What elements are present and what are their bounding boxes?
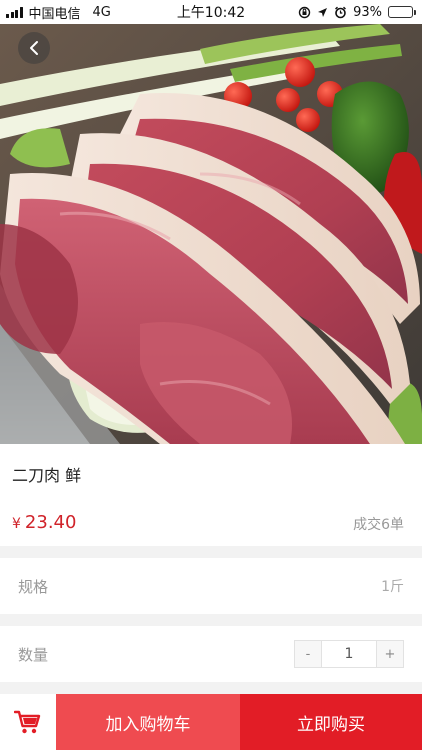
price-value: 23.40 [24, 512, 77, 533]
location-icon [318, 7, 328, 17]
orientation-lock-icon [298, 6, 311, 18]
spec-label: 规格 [18, 577, 49, 596]
product-image [0, 24, 422, 444]
alarm-icon [335, 6, 347, 18]
chevron-left-icon [30, 41, 38, 55]
sold-count: 成交6单 [353, 517, 404, 533]
product-price: ¥23.40 [12, 512, 76, 533]
quantity-row: 数量 - 1 + [0, 626, 422, 682]
shopping-cart-icon [14, 710, 41, 734]
battery-icon [388, 6, 416, 18]
product-info: 二刀肉 鲜 ¥23.40 成交6单 [0, 444, 422, 546]
add-to-cart-button[interactable]: 加入购物车 [56, 694, 240, 750]
product-name: 二刀肉 鲜 [12, 466, 82, 485]
spec-row[interactable]: 规格 1斤 [0, 558, 422, 614]
bottom-action-bar: 加入购物车 立即购买 [0, 694, 422, 750]
quantity-input[interactable]: 1 [321, 641, 377, 667]
carrier-label: 中国电信 [28, 6, 81, 22]
increase-button[interactable]: + [377, 641, 403, 667]
quantity-stepper: - 1 + [294, 640, 404, 668]
status-bar: 中国电信 4G 上午10:42 93% [0, 0, 422, 24]
quantity-label: 数量 [18, 645, 49, 664]
cart-button[interactable] [0, 694, 56, 750]
back-button[interactable] [18, 32, 50, 64]
product-photo [0, 24, 422, 444]
spec-value: 1斤 [381, 579, 404, 595]
clock: 上午10:42 [176, 5, 246, 21]
buy-now-button[interactable]: 立即购买 [240, 694, 422, 750]
battery-percent: 93% [353, 4, 382, 20]
decrease-button[interactable]: - [295, 641, 321, 667]
status-right: 93% [262, 5, 422, 20]
currency-symbol: ¥ [12, 516, 21, 532]
signal-icon [6, 6, 23, 18]
network-label: 4G [92, 4, 111, 20]
status-left: 中国电信 4G [0, 3, 160, 22]
